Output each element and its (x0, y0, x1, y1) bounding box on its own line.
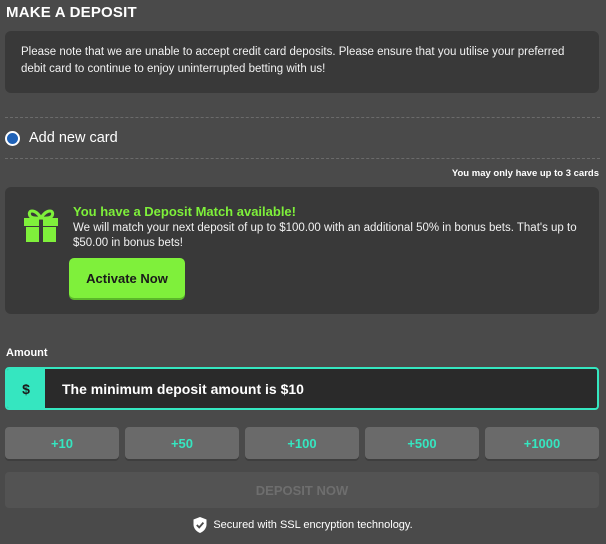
add-new-card-option[interactable]: Add new card (5, 128, 118, 148)
security-note: Secured with SSL encryption technology. (0, 517, 606, 533)
card-limit-note: You may only have up to 3 cards (451, 168, 599, 179)
quick-amount-1000-button[interactable]: +1000 (485, 427, 599, 459)
security-text: Secured with SSL encryption technology. (213, 519, 413, 531)
deposit-now-button[interactable]: DEPOSIT NOW (5, 472, 599, 508)
divider-top (5, 117, 600, 118)
amount-label: Amount (6, 347, 48, 359)
deposit-match-text: We will match your next deposit of up to… (73, 222, 577, 249)
quick-amount-500-button[interactable]: +500 (365, 427, 479, 459)
quick-amount-50-button[interactable]: +50 (125, 427, 239, 459)
quick-amount-buttons: +10 +50 +100 +500 +1000 (5, 427, 599, 459)
divider-bottom (5, 158, 600, 159)
amount-input[interactable] (45, 369, 597, 408)
gift-icon (24, 209, 58, 242)
page-title: MAKE A DEPOSIT (6, 4, 137, 21)
add-new-card-label: Add new card (29, 130, 118, 146)
activate-now-button[interactable]: Activate Now (69, 258, 185, 298)
deposit-match-panel: You have a Deposit Match available! We w… (5, 187, 599, 314)
quick-amount-10-button[interactable]: +10 (5, 427, 119, 459)
deposit-match-title: You have a Deposit Match available! (73, 204, 296, 219)
radio-button[interactable] (5, 130, 20, 146)
quick-amount-100-button[interactable]: +100 (245, 427, 359, 459)
credit-card-notice: Please note that we are unable to accept… (5, 31, 599, 93)
currency-symbol: $ (7, 369, 45, 408)
shield-icon (193, 517, 207, 533)
amount-field[interactable]: $ (5, 367, 599, 410)
